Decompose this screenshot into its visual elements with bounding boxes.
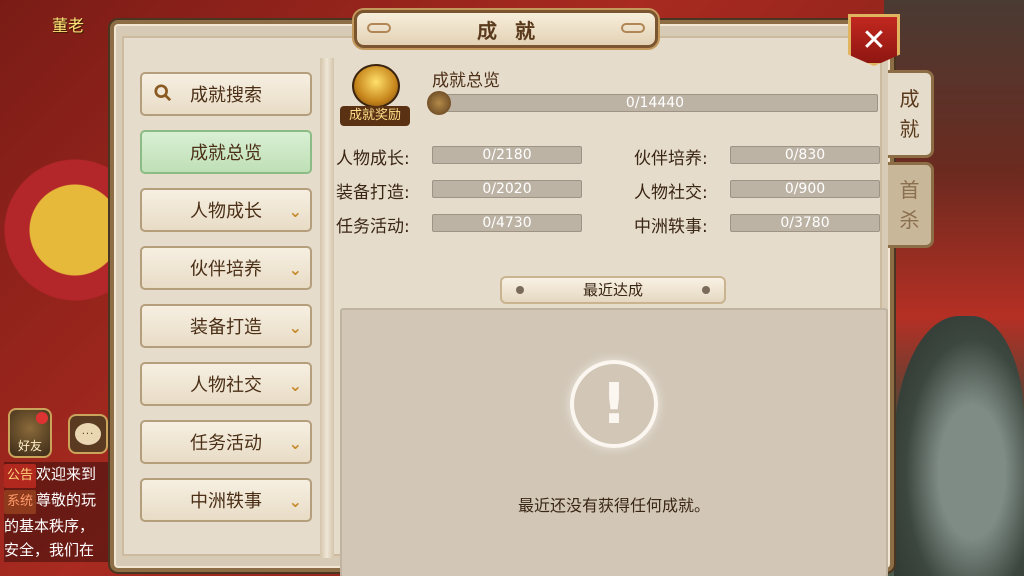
stat-label: 中洲轶事: (634, 217, 708, 237)
recent-banner-label: 最近达成 (582, 281, 643, 299)
empty-message: 最近还没有获得任何成就。 (517, 496, 710, 515)
nav-label: 伙伴培养 (190, 259, 262, 280)
achievement-reward-button[interactable]: 成就奖励 (340, 62, 410, 126)
stat-progress-bar: 0/900 (730, 180, 880, 198)
nav-label: 人物成长 (190, 201, 262, 222)
tree-scenery (894, 316, 1024, 576)
nail-icon (516, 286, 524, 294)
stat-label: 装备打造: (336, 183, 410, 203)
chat-tag-system: 系统 (4, 490, 37, 514)
treasure-chest-icon (352, 64, 400, 108)
stat-label: 伙伴培养: (634, 149, 708, 169)
npc-name: 董老 (52, 16, 85, 35)
recent-achievements-panel: ! 最近还没有获得任何成就。 (340, 308, 888, 576)
nav-item-search[interactable]: 成就搜索 (140, 72, 312, 116)
tab-label: 首 (899, 178, 920, 202)
tab-label: 杀 (899, 208, 920, 232)
nav-item-quest-activities[interactable]: 任务活动 ⌄ (140, 420, 312, 464)
chevron-down-icon: ⌄ (288, 434, 302, 453)
chat-text: 安全，我们在 (4, 541, 95, 559)
nav-item-partner-training[interactable]: 伙伴培养 ⌄ (140, 246, 312, 290)
chat-text: 的基本秩序， (4, 517, 95, 535)
recent-achievements-banner: 最近达成 (500, 276, 726, 304)
overview-content: 成就奖励 成就总览 0/14440 人物成长: 0/2180 伙伴培养: 0/8… (336, 62, 892, 576)
chat-text: 欢迎来到 (36, 465, 97, 483)
overview-title: 成就总览 (432, 71, 500, 91)
tab-first-kill[interactable]: 首 杀 (888, 162, 934, 248)
search-icon (154, 84, 172, 102)
chat-tag-announcement: 公告 (4, 464, 37, 488)
chat-bubble-icon: ··· (75, 423, 101, 445)
panel-divider (320, 58, 334, 558)
ornament-icon (367, 23, 391, 33)
total-progress-value: 0/14440 (625, 95, 685, 111)
nav-label: 人物社交 (190, 375, 262, 396)
stat-label: 人物社交: (634, 183, 708, 203)
close-icon: ✕ (861, 22, 887, 58)
nav-label: 中洲轶事 (190, 491, 262, 512)
tab-label: 就 (899, 117, 920, 141)
achievement-nav: 成就搜索 成就总览 人物成长 ⌄ 伙伴培养 ⌄ 装备打造 ⌄ 人物社交 ⌄ 任务… (140, 72, 314, 572)
stat-progress-bar: 0/2180 (432, 146, 582, 164)
chat-line: 的基本秩序， (4, 514, 114, 538)
nav-item-character-social[interactable]: 人物社交 ⌄ (140, 362, 312, 406)
tab-achievements[interactable]: 成 就 (888, 70, 934, 158)
chat-log: 公告 欢迎来到 系统 尊敬的玩 的基本秩序， 安全，我们在 (4, 462, 114, 562)
stat-progress-bar: 0/3780 (730, 214, 880, 232)
stat-label: 任务活动: (336, 217, 410, 237)
chat-text: 尊敬的玩 (36, 491, 97, 509)
stat-progress-bar: 0/2020 (432, 180, 582, 198)
stat-progress-bar: 0/4730 (432, 214, 582, 232)
nav-item-character-growth[interactable]: 人物成长 ⌄ (140, 188, 312, 232)
chat-line: 安全，我们在 (4, 538, 114, 562)
nav-label: 成就搜索 (190, 85, 262, 106)
chat-line: 公告 欢迎来到 (4, 462, 114, 488)
stat-progress-bar: 0/830 (730, 146, 880, 164)
dialog-body: 成就搜索 成就总览 人物成长 ⌄ 伙伴培养 ⌄ 装备打造 ⌄ 人物社交 ⌄ 任务… (122, 36, 888, 576)
chat-button[interactable]: ··· (68, 414, 108, 454)
dialog-title: 成就 (477, 18, 553, 43)
stat-label: 人物成长: (336, 149, 410, 169)
nav-label: 任务活动 (190, 433, 262, 454)
total-progress-bar: 0/14440 (427, 91, 878, 115)
dialog-title-plate: 成就 (354, 10, 658, 48)
nav-item-overview[interactable]: 成就总览 (140, 130, 312, 174)
nav-label: 装备打造 (190, 317, 262, 338)
nav-label: 成就总览 (190, 143, 262, 164)
chevron-down-icon: ⌄ (288, 260, 302, 279)
achievement-dialog: 成就搜索 成就总览 人物成长 ⌄ 伙伴培养 ⌄ 装备打造 ⌄ 人物社交 ⌄ 任务… (110, 10, 900, 576)
ornament-icon (621, 23, 645, 33)
nav-item-equipment-forging[interactable]: 装备打造 ⌄ (140, 304, 312, 348)
knot-icon (427, 91, 451, 115)
chevron-down-icon: ⌄ (288, 202, 302, 221)
notification-dot (36, 412, 48, 424)
reward-label: 成就奖励 (340, 106, 410, 126)
nail-icon (702, 286, 710, 294)
tab-label: 成 (899, 87, 920, 111)
chevron-down-icon: ⌄ (288, 318, 302, 337)
chevron-down-icon: ⌄ (288, 492, 302, 511)
nav-item-middle-earth-anecdotes[interactable]: 中洲轶事 ⌄ (140, 478, 312, 522)
friend-button[interactable]: 好友 (8, 408, 52, 458)
friend-label: 好友 (17, 439, 42, 453)
chevron-down-icon: ⌄ (288, 376, 302, 395)
exclamation-icon: ! (570, 360, 658, 448)
chat-line: 系统 尊敬的玩 (4, 488, 114, 514)
